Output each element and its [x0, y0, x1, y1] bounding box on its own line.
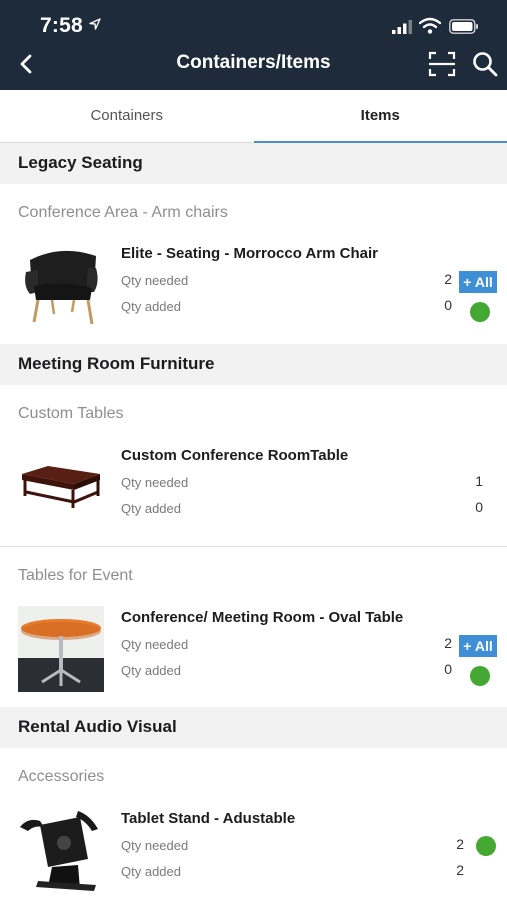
status-dot	[470, 666, 490, 686]
navigation-bar: Containers/Items	[0, 46, 507, 90]
qty-needed-value: 2	[444, 635, 452, 651]
cellular-signal-icon	[392, 20, 412, 34]
section-title: Rental Audio Visual	[18, 717, 177, 736]
qty-added-value: 0	[444, 661, 452, 677]
status-time: 7:58	[40, 14, 83, 37]
qty-needed-label: Qty needed	[121, 273, 189, 288]
section-title: Meeting Room Furniture	[18, 354, 215, 373]
group-title: Custom Tables	[18, 405, 124, 422]
list-item[interactable]: Tablet Stand - Adustable Qty needed Qty …	[0, 807, 507, 900]
qty-needed-label: Qty needed	[121, 838, 189, 853]
group-title: Accessories	[18, 768, 105, 785]
group-title: Tables for Event	[18, 567, 133, 584]
list-item[interactable]: Conference/ Meeting Room - Oval Table Qt…	[0, 606, 507, 706]
status-bar: 7:58	[0, 0, 507, 46]
tablet-stand-thumbnail	[18, 807, 104, 893]
qty-added-value: 2	[456, 862, 464, 878]
section-header-rental-audio-visual: Rental Audio Visual	[0, 707, 507, 748]
battery-icon	[449, 19, 478, 34]
add-all-button[interactable]: + All	[459, 271, 497, 293]
qty-added-label: Qty added	[121, 663, 181, 678]
qty-added-value: 0	[475, 499, 483, 515]
scan-icon[interactable]	[428, 51, 456, 77]
qty-needed-label: Qty needed	[121, 475, 189, 490]
status-dot	[470, 302, 490, 322]
tab-items[interactable]: Items	[253, 90, 507, 144]
item-name: Conference/ Meeting Room - Oval Table	[121, 609, 404, 626]
item-name: Tablet Stand - Adustable	[121, 810, 296, 827]
qty-needed-value: 2	[456, 836, 464, 852]
qty-added-label: Qty added	[121, 864, 181, 879]
location-arrow-icon	[89, 18, 101, 30]
qty-needed-value: 2	[444, 271, 452, 287]
oval-table-thumbnail	[18, 606, 104, 692]
segmented-tabs: Containers Items	[0, 90, 507, 144]
app-header: 7:58 Containers/Items	[0, 0, 507, 90]
qty-added-value: 0	[444, 297, 452, 313]
add-all-button[interactable]: + All	[459, 635, 497, 657]
search-icon[interactable]	[472, 51, 498, 77]
item-name: Custom Conference RoomTable	[121, 447, 349, 464]
item-name: Elite - Seating - Morrocco Arm Chair	[121, 245, 378, 262]
list-item[interactable]: Elite - Seating - Morrocco Arm Chair Qty…	[0, 242, 507, 342]
section-header-legacy-seating: Legacy Seating	[0, 143, 507, 184]
qty-added-label: Qty added	[121, 299, 181, 314]
arm-chair-thumbnail	[18, 242, 104, 328]
section-title: Legacy Seating	[18, 153, 143, 172]
qty-needed-label: Qty needed	[121, 637, 189, 652]
conference-table-thumbnail	[18, 444, 104, 530]
status-dot	[476, 836, 496, 856]
section-header-meeting-room-furniture: Meeting Room Furniture	[0, 344, 507, 385]
qty-added-label: Qty added	[121, 501, 181, 516]
list-item[interactable]: Custom Conference RoomTable Qty needed Q…	[0, 444, 507, 544]
tab-containers[interactable]: Containers	[0, 90, 254, 143]
wifi-icon	[419, 17, 441, 34]
group-title: Conference Area - Arm chairs	[18, 204, 228, 221]
qty-needed-value: 1	[475, 473, 483, 489]
divider	[0, 546, 507, 547]
